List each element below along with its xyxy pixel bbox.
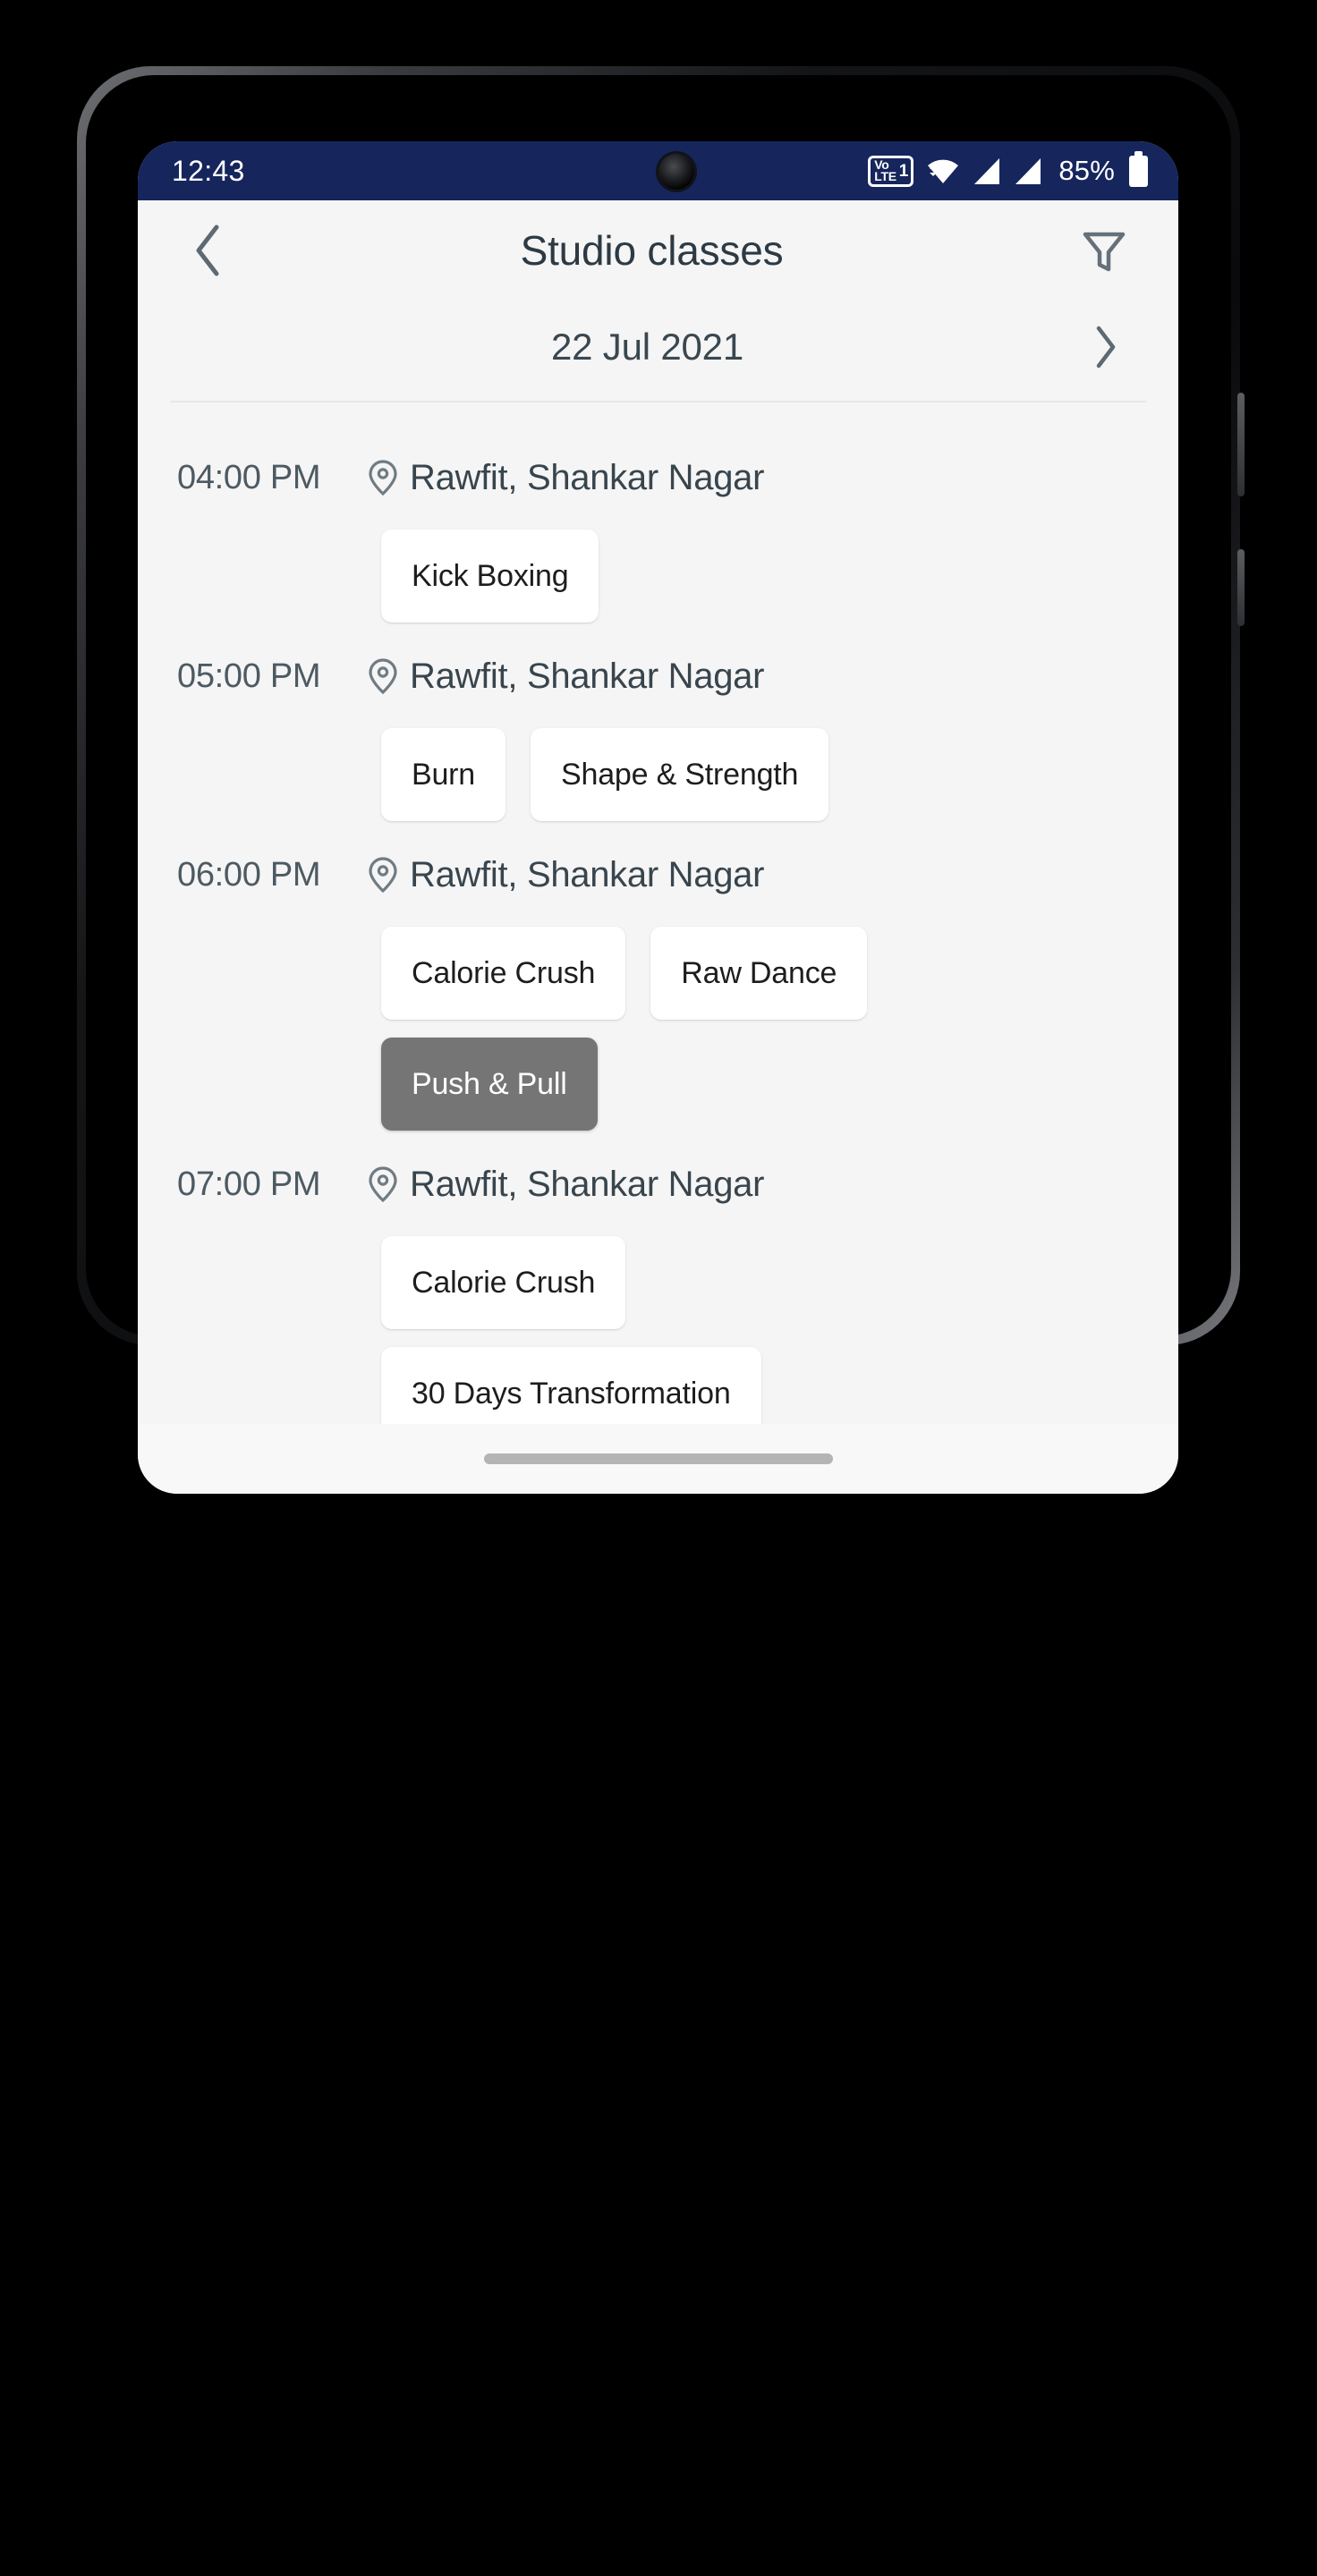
slot-venue-label: Rawfit, Shankar Nagar: [410, 457, 765, 497]
slot-venue-label: Rawfit, Shankar Nagar: [410, 1164, 765, 1204]
class-chip[interactable]: Push & Pull: [381, 1038, 598, 1131]
schedule-slot: 06:00 PM Rawfit, Shankar Nagar Calorie Cru…: [138, 843, 1178, 1152]
class-chip[interactable]: Calorie Crush: [381, 927, 626, 1020]
schedule-slot-header: 07:00 PM Rawfit, Shankar Nagar: [138, 1152, 1178, 1216]
slot-venue-label: Rawfit, Shankar Nagar: [410, 656, 765, 696]
front-camera-punch-hole: [658, 154, 694, 190]
chevron-right-icon: [1096, 326, 1116, 369]
chevron-left-icon: [196, 225, 219, 276]
class-chip-row: Push & Pull: [381, 1038, 1178, 1131]
class-chip-row: Kick Boxing: [381, 530, 1178, 623]
location-pin-icon: [367, 1165, 399, 1203]
location-pin-icon: [367, 657, 399, 695]
signal-bars-icon: [1014, 157, 1043, 186]
schedule-slot: 07:00 PM Rawfit, Shankar Nagar Calorie Cru…: [138, 1152, 1178, 1462]
class-chip-group: Burn Shape & Strength: [138, 708, 1178, 821]
slot-venue: Rawfit, Shankar Nagar: [367, 855, 764, 895]
status-bar-icons: Vo LTE 1 85%: [868, 150, 1148, 187]
wifi-icon: [925, 156, 961, 186]
slot-time-label: 05:00 PM: [177, 657, 321, 695]
slot-venue: Rawfit, Shankar Nagar: [367, 657, 764, 697]
slot-time-label: 06:00 PM: [177, 855, 321, 894]
current-date-label[interactable]: 22 Jul 2021: [215, 326, 1080, 369]
class-chip[interactable]: Burn: [381, 728, 506, 821]
class-chip-row: Burn Shape & Strength: [381, 728, 1178, 821]
slot-time-label: 07:00 PM: [177, 1165, 321, 1203]
filter-funnel-icon: [1083, 232, 1126, 272]
home-gesture-indicator[interactable]: [483, 1453, 833, 1464]
slot-venue: Rawfit, Shankar Nagar: [367, 458, 764, 498]
location-pin-icon: [367, 856, 399, 894]
class-schedule-list: 04:00 PM Rawfit, Shankar Nagar Kick Boxing…: [138, 402, 1178, 1462]
slot-time-label: 04:00 PM: [177, 458, 321, 496]
status-bar: 12:43 Vo LTE 1 85%: [138, 141, 1178, 200]
battery-percentage-label: 85%: [1058, 155, 1115, 186]
class-chip-group: Calorie Crush 30 Days Transformation: [138, 1216, 1178, 1440]
status-bar-clock: 12:43: [172, 154, 245, 187]
filter-button[interactable]: [1071, 217, 1137, 284]
class-chip[interactable]: Calorie Crush: [381, 1236, 626, 1329]
volte-bottom-label: LTE: [874, 169, 896, 183]
battery-icon: [1129, 150, 1148, 187]
class-chip-row: Calorie Crush: [381, 1236, 1178, 1329]
sim-slot-number: 1: [898, 161, 909, 181]
class-chip-group: Calorie Crush Raw Dance Push & Pull: [138, 907, 1178, 1131]
class-chip[interactable]: Kick Boxing: [381, 530, 599, 623]
app-header: Studio classes: [138, 200, 1178, 301]
date-navigation: 22 Jul 2021: [138, 301, 1178, 394]
location-pin-icon: [367, 459, 399, 496]
slot-venue-label: Rawfit, Shankar Nagar: [410, 854, 765, 894]
class-chip-row: Calorie Crush Raw Dance: [381, 927, 1178, 1020]
signal-bars-icon: [973, 157, 1002, 186]
volume-button[interactable]: [1237, 393, 1245, 496]
schedule-slot-header: 04:00 PM Rawfit, Shankar Nagar: [138, 445, 1178, 510]
next-day-button[interactable]: [1080, 321, 1132, 373]
schedule-slot-header: 05:00 PM Rawfit, Shankar Nagar: [138, 644, 1178, 708]
schedule-slot: 05:00 PM Rawfit, Shankar Nagar Burn Shape &…: [138, 644, 1178, 843]
page-title: Studio classes: [520, 227, 784, 274]
navigation-bar: [138, 1424, 1178, 1494]
class-chip[interactable]: Shape & Strength: [531, 728, 829, 821]
class-chip-group: Kick Boxing: [138, 510, 1178, 623]
schedule-slot-header: 06:00 PM Rawfit, Shankar Nagar: [138, 843, 1178, 907]
power-button[interactable]: [1237, 549, 1245, 626]
volte-icon: Vo LTE 1: [868, 155, 914, 187]
schedule-slot: 04:00 PM Rawfit, Shankar Nagar Kick Boxing: [138, 445, 1178, 644]
class-chip[interactable]: Raw Dance: [650, 927, 868, 1020]
slot-venue: Rawfit, Shankar Nagar: [367, 1165, 764, 1205]
phone-screen: 12:43 Vo LTE 1 85% Studio classes 22 Jul…: [138, 141, 1178, 1494]
